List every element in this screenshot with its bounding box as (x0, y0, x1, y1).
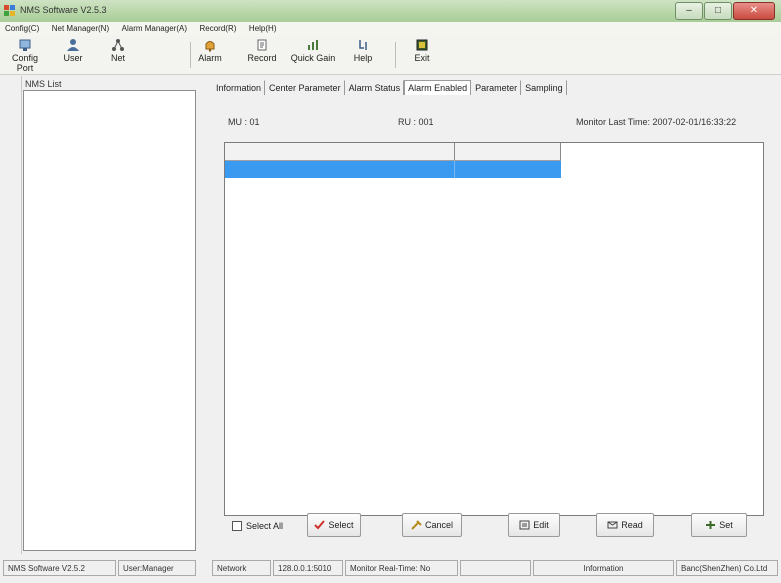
status-realtime: Monitor Real-Time: No (345, 560, 458, 576)
status-bar: NMS Software V2.5.2 User:Manager Network… (0, 556, 781, 583)
checkmark-icon (314, 520, 326, 530)
close-button[interactable]: ✕ (733, 2, 775, 20)
user-icon (67, 39, 79, 51)
nms-list-panel: NMS List (23, 76, 196, 554)
status-information: Information (533, 560, 674, 576)
help-icon (359, 40, 367, 50)
toolbar-separator (395, 42, 396, 68)
status-company: Banc(ShenZhen) Co.Ltd (676, 560, 778, 576)
record-icon (257, 39, 267, 51)
grid-header (225, 143, 561, 161)
menu-alarm-manager[interactable]: Alarm Manager(A) (117, 22, 192, 33)
toolbar: Config Port User Net Alarm Record Quick … (0, 36, 781, 75)
edit-button[interactable]: Edit (508, 513, 560, 537)
ru-label: RU : 001 (398, 117, 434, 127)
checkbox-box[interactable] (232, 521, 242, 531)
status-blank (460, 560, 531, 576)
nms-list-tree[interactable] (23, 90, 196, 551)
set-button[interactable]: Set (691, 513, 747, 537)
grid-column-1[interactable] (225, 143, 455, 160)
read-button[interactable]: Read (596, 513, 654, 537)
alarm-enabled-panel: MU : 01 RU : 001 Monitor Last Time: 2007… (212, 95, 775, 554)
grid-row-selected[interactable] (225, 161, 561, 178)
app-icon (4, 5, 15, 16)
status-network: Network (212, 560, 271, 576)
toolbar-separator (190, 42, 191, 68)
mu-label: MU : 01 (228, 117, 260, 127)
monitor-last-time: Monitor Last Time: 2007-02-01/16:33:22 (576, 117, 737, 127)
help-button[interactable]: Help (350, 38, 376, 63)
maximize-button[interactable]: □ (704, 2, 732, 20)
record-button[interactable]: Record (244, 38, 280, 63)
status-ip: 128.0.0.1:5010 (273, 560, 343, 576)
menu-config[interactable]: Config(C) (0, 22, 44, 33)
status-software: NMS Software V2.5.2 (3, 560, 116, 576)
edit-icon (519, 520, 530, 530)
user-button[interactable]: User (58, 38, 88, 63)
tab-alarm-enabled[interactable]: Alarm Enabled (404, 80, 472, 96)
config-port-button[interactable]: Config Port (4, 38, 46, 73)
window-title: NMS Software V2.5.3 (20, 5, 107, 15)
splitter-left (18, 76, 22, 554)
select-all-checkbox[interactable]: Select All (232, 521, 283, 531)
alarm-button[interactable]: Alarm (195, 38, 225, 63)
action-bar: Select All Select Cancel Edit Read Set (212, 510, 775, 540)
status-user: User:Manager (118, 560, 196, 576)
exit-icon (416, 39, 428, 51)
quick-gain-icon (308, 40, 318, 50)
minimize-button[interactable]: – (675, 2, 703, 20)
menu-record[interactable]: Record(R) (195, 22, 242, 33)
net-button[interactable]: Net (104, 38, 132, 63)
net-icon (112, 39, 124, 51)
title-bar: NMS Software V2.5.3 – □ ✕ (0, 0, 781, 23)
quick-gain-button[interactable]: Quick Gain (290, 38, 336, 63)
menu-help[interactable]: Help(H) (244, 22, 282, 33)
alarm-grid[interactable] (224, 142, 764, 516)
cancel-icon (411, 520, 422, 530)
nms-list-label: NMS List (25, 79, 62, 89)
menu-bar: Config(C) Net Manager(N) Alarm Manager(A… (0, 22, 781, 36)
config-port-icon (19, 39, 31, 51)
cancel-button[interactable]: Cancel (402, 513, 462, 537)
read-icon (607, 521, 618, 529)
tab-strip: Information Center Parameter Alarm Statu… (212, 80, 567, 97)
alarm-icon (205, 41, 215, 52)
menu-net-manager[interactable]: Net Manager(N) (47, 22, 114, 33)
exit-button[interactable]: Exit (410, 38, 434, 63)
grid-column-2[interactable] (455, 143, 561, 160)
set-icon (706, 521, 716, 529)
select-button[interactable]: Select (307, 513, 361, 537)
